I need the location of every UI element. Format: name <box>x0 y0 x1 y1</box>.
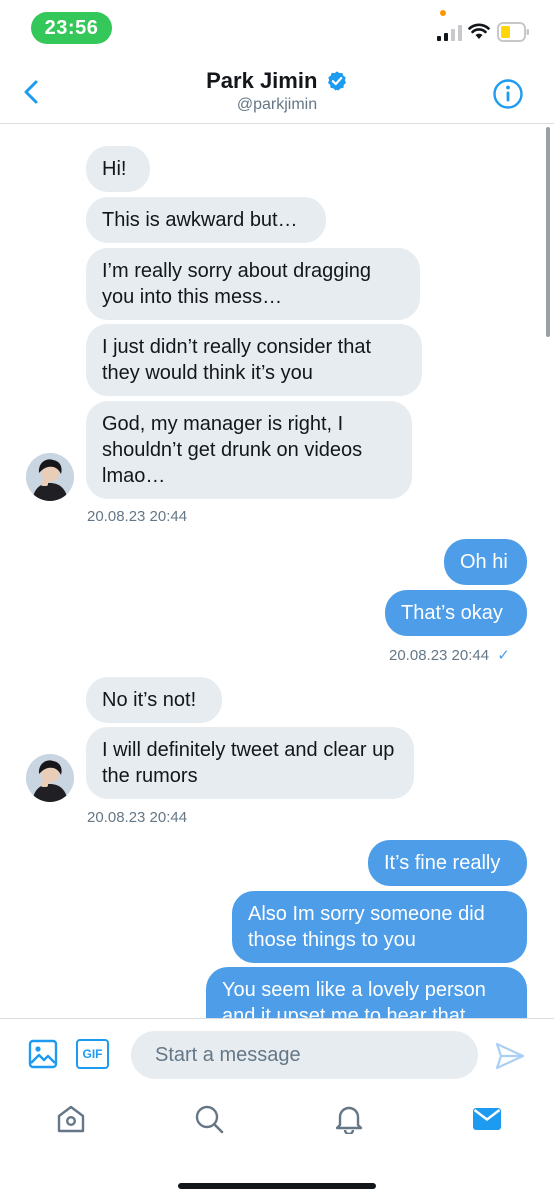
sent-message-bubble[interactable]: You seem like a lovely person and it ups… <box>206 967 527 1018</box>
status-time[interactable]: 23:56 <box>31 12 112 44</box>
gif-label: GIF <box>82 1047 103 1061</box>
notifications-tab-icon[interactable] <box>334 1104 364 1134</box>
scrollbar[interactable] <box>546 127 550 337</box>
wifi-icon <box>468 23 490 39</box>
message-composer: GIF <box>0 1018 554 1092</box>
privacy-indicator-dot <box>440 10 446 16</box>
verified-badge-icon <box>327 71 346 91</box>
received-message-bubble[interactable]: I will definitely tweet and clear up the… <box>86 727 414 799</box>
battery-icon <box>497 22 529 42</box>
received-message-bubble[interactable]: I just didn’t really consider that they … <box>86 324 422 396</box>
sent-timestamp: 20.08.23 20:44 ✓ <box>389 646 510 664</box>
contact-avatar[interactable] <box>26 754 74 802</box>
contact-avatar[interactable] <box>26 453 74 501</box>
received-message-bubble[interactable]: No it’s not! <box>86 677 222 723</box>
home-tab-icon[interactable] <box>56 1104 86 1134</box>
message-timestamp: 20.08.23 20:44 <box>87 809 188 826</box>
messages-tab-icon[interactable] <box>472 1104 502 1134</box>
home-indicator[interactable] <box>178 1183 376 1189</box>
contact-name: Park Jimin <box>206 68 318 93</box>
received-message-bubble[interactable]: This is awkward but… <box>86 197 326 243</box>
gif-button[interactable]: GIF <box>76 1039 109 1069</box>
message-thread[interactable]: Hi! This is awkward but… I’m really sorr… <box>0 125 554 1018</box>
status-bar: 23:56 <box>0 0 554 56</box>
image-icon[interactable] <box>28 1039 58 1069</box>
sent-message-bubble[interactable]: Oh hi <box>444 539 527 585</box>
avatar-photo-icon <box>26 754 74 802</box>
message-timestamp: 20.08.23 20:44 <box>389 647 490 664</box>
received-message-bubble[interactable]: Hi! <box>86 146 150 192</box>
contact-title-block[interactable]: Park Jimin @parkjimin <box>0 68 554 114</box>
avatar-photo-icon <box>26 453 74 501</box>
sent-message-bubble[interactable]: That’s okay <box>385 590 527 636</box>
info-icon[interactable] <box>492 78 524 110</box>
cellular-signal-icon <box>437 25 462 41</box>
contact-handle: @parkjimin <box>236 96 318 113</box>
conversation-header: Park Jimin @parkjimin <box>0 56 554 124</box>
sent-message-bubble[interactable]: Also Im sorry someone did those things t… <box>232 891 527 963</box>
message-input[interactable] <box>131 1031 478 1079</box>
received-message-bubble[interactable]: God, my manager is right, I shouldn’t ge… <box>86 401 412 499</box>
received-message-bubble[interactable]: I’m really sorry about dragging you into… <box>86 248 420 320</box>
read-checkmark-icon: ✓ <box>497 647 510 664</box>
search-tab-icon[interactable] <box>194 1104 224 1134</box>
send-icon[interactable] <box>495 1042 525 1070</box>
message-timestamp: 20.08.23 20:44 <box>87 508 188 525</box>
sent-message-bubble[interactable]: It’s fine really <box>368 840 527 886</box>
